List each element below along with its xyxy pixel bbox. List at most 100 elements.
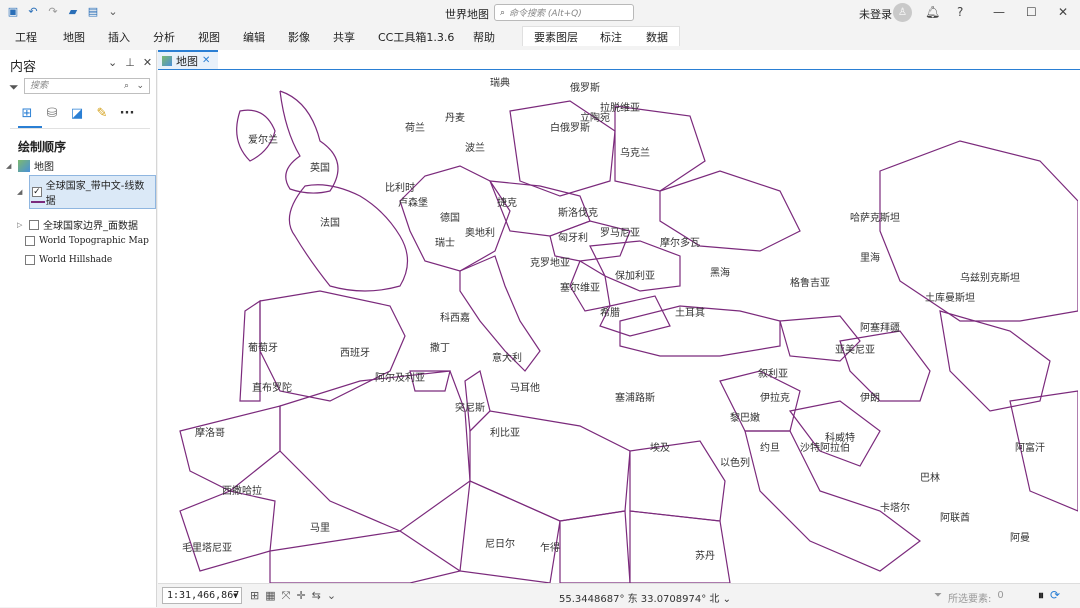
map-label: 匈牙利 [558, 231, 588, 244]
layer-label: 全球国家_带中文-线数据 [45, 181, 145, 207]
expand-arrow-icon[interactable]: ▷ [17, 221, 25, 229]
scale-dropdown[interactable]: 1:31,466,867 ▼ [162, 587, 242, 604]
editing-icon[interactable]: ✎ [93, 104, 111, 122]
map-label: 比利时 [385, 182, 415, 194]
refresh-icon[interactable]: ⟳ [1050, 588, 1060, 603]
contents-search-input[interactable]: 搜索 ⌕ ⌄ [24, 78, 150, 94]
user-status[interactable]: 未登录 [859, 6, 892, 22]
customize-icon[interactable]: ⌄ [106, 4, 120, 18]
table-icon[interactable]: ▦ [265, 589, 275, 603]
tab-analysis[interactable]: 分析 [153, 29, 175, 45]
map-node[interactable]: ◢ 地图 [6, 158, 54, 173]
contents-search-placeholder: 搜索 [30, 81, 49, 91]
map-label: 直布罗陀 [252, 381, 292, 394]
navigator-icon[interactable]: ⇆ [312, 589, 321, 603]
data-source-icon[interactable]: ⛁ [43, 104, 61, 122]
layer-row-polygons[interactable]: ▷ 全球国家边界_面数据 [17, 217, 138, 232]
selected-features: ⏷ 所选要素: 0 [934, 590, 1004, 605]
line-symbol-swatch[interactable] [31, 201, 45, 203]
collapse-arrow-icon[interactable]: ◢ [6, 162, 14, 170]
map-label: 黎巴嫩 [730, 411, 760, 424]
tab-share[interactable]: 共享 [333, 29, 355, 45]
layer-label: World Hillshade [39, 255, 113, 265]
command-search[interactable]: ⌕ 命令搜索 (Alt+Q) [494, 4, 634, 21]
chevron-down-icon[interactable]: ⌄ [723, 594, 731, 605]
chevron-down-icon[interactable]: ⌄ [327, 589, 336, 603]
layer-row-lines[interactable]: ◢ ✓ 全球国家_带中文-线数据 [17, 175, 156, 209]
filter-funnel-icon[interactable]: ⏷ [934, 590, 942, 605]
layer-selected-highlight[interactable]: ✓ 全球国家_带中文-线数据 [28, 175, 156, 209]
pane-controls: ⌄ ⊥ ✕ [108, 56, 152, 69]
map-label: 乍得 [540, 541, 560, 554]
map-label: 毛里塔尼亚 [182, 541, 232, 554]
map-label: 阿尔及利亚 [375, 371, 425, 384]
selection-icon[interactable]: ◪ [68, 104, 86, 122]
snapping-icon[interactable]: ✛ [296, 589, 305, 603]
tab-insert[interactable]: 插入 [108, 29, 130, 45]
map-label: 爱尔兰 [248, 133, 278, 146]
map-label: 阿塞拜疆 [860, 321, 900, 334]
pause-icon[interactable]: ⏸ [1038, 588, 1044, 603]
tab-edit[interactable]: 编辑 [243, 29, 265, 45]
layer-checkbox[interactable]: ✓ [31, 187, 42, 197]
chevron-down-icon[interactable]: ▼ [233, 588, 238, 603]
map-label: 罗马尼亚 [600, 227, 640, 239]
tab-imagery[interactable]: 影像 [288, 29, 310, 45]
map-label: 科威特 [825, 431, 855, 444]
close-pane-icon[interactable]: ✕ [143, 56, 152, 69]
map-view-tab[interactable]: 地图 ✕ [158, 50, 218, 69]
close-tab-icon[interactable]: ✕ [202, 55, 210, 66]
layer-row-topographic[interactable]: World Topographic Map [25, 236, 149, 246]
map-label: 英国 [310, 161, 330, 174]
help-icon[interactable]: ? [957, 5, 963, 19]
map-label: 里海 [860, 251, 880, 264]
map-icon [18, 159, 30, 172]
minimize-icon[interactable]: — [993, 5, 1005, 19]
map-canvas[interactable]: 爱尔兰 英国 荷兰 波兰 德国 法国 瑞士 奥地利 白俄罗斯 俄罗斯 乌克兰 捷… [160, 71, 1078, 583]
pan-icon[interactable]: ⤧ [282, 589, 291, 603]
layer-checkbox[interactable] [25, 255, 35, 265]
map-label: 西班牙 [340, 347, 370, 359]
open-folder-icon[interactable]: ▰ [66, 4, 80, 18]
quick-access-toolbar: ▣ ↶ ↷ ▰ ▤ ⌄ [6, 4, 120, 18]
pane-options-icon[interactable]: ⌄ [108, 56, 117, 69]
contents-view-tools: ⊞ ⛁ ◪ ✎ ··· [18, 104, 136, 122]
map-label: 阿联酋 [940, 511, 970, 524]
grid-icon[interactable]: ⊞ [250, 589, 259, 603]
filter-icon[interactable]: ⏷ [9, 80, 19, 95]
tab-data[interactable]: 数据 [646, 29, 668, 45]
redo-icon[interactable]: ↷ [46, 4, 60, 18]
layer-row-hillshade[interactable]: World Hillshade [25, 255, 112, 265]
tab-project[interactable]: 工程 [15, 29, 37, 45]
map-tab-label: 地图 [176, 54, 198, 68]
maximize-icon[interactable]: ☐ [1026, 5, 1037, 19]
map-label: 克罗地亚 [530, 256, 570, 269]
tab-feature-layer[interactable]: 要素图层 [534, 29, 578, 45]
map-label: 突尼斯 [455, 401, 485, 414]
close-icon[interactable]: ✕ [1058, 5, 1068, 19]
map-svg[interactable]: 爱尔兰 英国 荷兰 波兰 德国 法国 瑞士 奥地利 白俄罗斯 俄罗斯 乌克兰 捷… [160, 71, 1078, 583]
pin-icon[interactable]: ⊥ [125, 56, 135, 69]
map-label: 阿曼 [1010, 532, 1030, 544]
drawing-order-icon[interactable]: ⊞ [18, 104, 36, 122]
map-label: 乌克兰 [620, 146, 650, 159]
more-icon[interactable]: ··· [118, 104, 136, 122]
layer-checkbox[interactable] [29, 219, 39, 230]
save-icon[interactable]: ▤ [86, 4, 100, 18]
tab-labeling[interactable]: 标注 [600, 29, 622, 45]
layer-checkbox[interactable] [25, 236, 35, 246]
map-label: 希腊 [600, 306, 620, 319]
status-tools: ⊞ ▦ ⤧ ✛ ⇆ ⌄ [250, 589, 336, 603]
tab-view[interactable]: 视图 [198, 29, 220, 45]
tab-cc-toolbox[interactable]: CC工具箱1.3.6 [378, 29, 454, 45]
undo-icon[interactable]: ↶ [26, 4, 40, 18]
avatar[interactable]: ♙ [893, 3, 912, 22]
tab-help[interactable]: 帮助 [473, 29, 495, 45]
tab-map[interactable]: 地图 [63, 29, 85, 45]
collapse-arrow-icon[interactable]: ◢ [17, 188, 25, 196]
map-label: 伊朗 [860, 392, 880, 404]
notification-bell-icon[interactable]: 🔔︎ [925, 5, 940, 19]
project-icon[interactable]: ▣ [6, 4, 20, 18]
map-label: 摩尔多瓦 [660, 236, 700, 249]
chevron-down-icon[interactable]: ⌄ [136, 79, 144, 93]
